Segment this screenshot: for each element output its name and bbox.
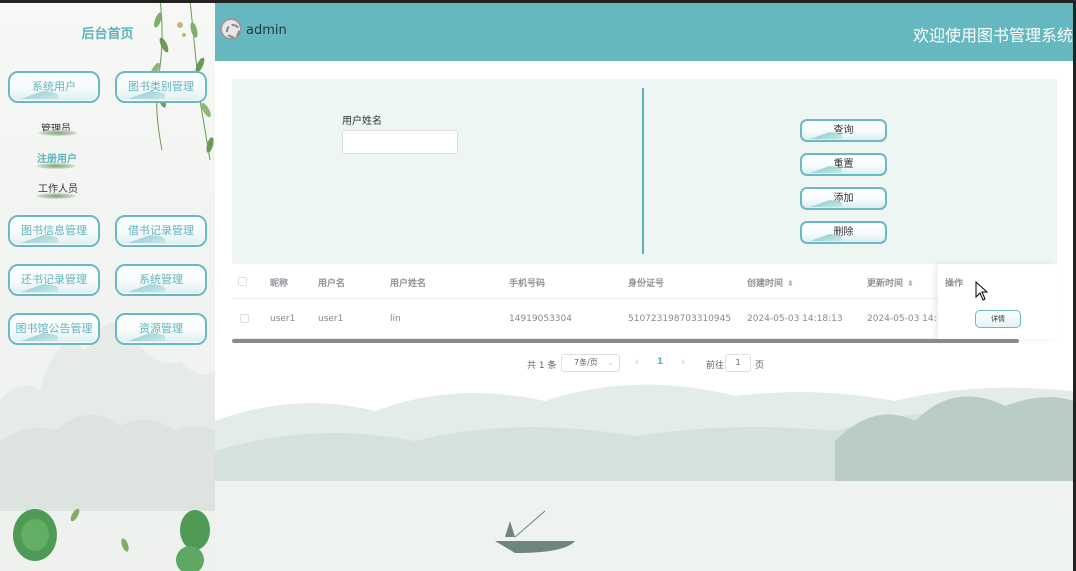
table-header: 昵称 用户名 用户姓名 手机号码 身份证号 创建时间 ⬍ 更新时间 ⬍	[232, 264, 1057, 299]
search-panel: 用户姓名 查询 重置 添加 删除	[232, 79, 1057, 265]
page-size-value: 7条/页	[574, 358, 598, 367]
col-real-name: 用户姓名	[390, 279, 427, 289]
fixed-action-column: 操作 详情	[938, 264, 1057, 339]
menu-book-info[interactable]: 图书信息管理	[8, 215, 100, 247]
cell-username: user1	[318, 314, 344, 324]
col-action: 操作	[945, 279, 964, 289]
menu-system-manage[interactable]: 系统管理	[115, 264, 207, 296]
select-all-checkbox[interactable]	[238, 277, 247, 286]
next-page-icon[interactable]: ›	[681, 357, 685, 368]
col-updated-label: 更新时间	[867, 279, 904, 289]
menu-return-records[interactable]: 还书记录管理	[8, 264, 100, 296]
sidebar-home-title[interactable]: 后台首页	[60, 23, 155, 42]
table-row: user1 user1 lin 14919053304 510723198703…	[232, 299, 1057, 339]
menu-system-users[interactable]: 系统用户	[8, 71, 100, 103]
users-table: 昵称 用户名 用户姓名 手机号码 身份证号 创建时间 ⬍ 更新时间 ⬍ user1 …	[232, 264, 1057, 344]
lotus-leaves-decoration	[13, 508, 210, 571]
current-page-number[interactable]: 1	[657, 357, 663, 367]
sort-icon[interactable]: ⬍	[787, 279, 794, 288]
reset-button[interactable]: 重置	[800, 153, 887, 176]
detail-button[interactable]: 详情	[975, 310, 1021, 328]
col-phone: 手机号码	[509, 279, 546, 289]
user-avatar[interactable]	[220, 18, 242, 40]
col-nickname: 昵称	[270, 279, 289, 289]
menu-resource-manage[interactable]: 资源管理	[115, 313, 207, 345]
sub-item-underline	[38, 130, 78, 136]
col-updated[interactable]: 更新时间 ⬍	[867, 276, 914, 289]
welcome-title: 欢迎使用图书管理系统	[912, 26, 1073, 45]
sub-item-underline	[36, 193, 76, 199]
col-created[interactable]: 创建时间 ⬍	[747, 276, 794, 289]
cell-id-card: 510723198703310945	[628, 314, 732, 324]
query-button[interactable]: 查询	[800, 119, 887, 142]
goto-page-input[interactable]: 1	[725, 354, 751, 372]
col-id-card: 身份证号	[628, 279, 665, 289]
sort-icon[interactable]: ⬍	[907, 279, 914, 288]
page-size-select[interactable]: 7条/页 ⌄	[561, 354, 620, 372]
menu-library-notice[interactable]: 图书馆公告管理	[8, 313, 100, 345]
cell-created: 2024-05-03 14:18:13	[747, 314, 843, 324]
top-header: admin 欢迎使用图书管理系统	[215, 3, 1073, 61]
username-label[interactable]: admin	[246, 23, 287, 38]
row-checkbox[interactable]	[240, 314, 249, 323]
sidebar: 后台首页 系统用户 图书类别管理 管理员 注册用户 工作人员 图书信息管理 借书…	[0, 0, 215, 571]
table-horizontal-scrollbar[interactable]	[232, 339, 1019, 343]
cell-real-name: lin	[390, 314, 401, 324]
cell-phone: 14919053304	[509, 314, 572, 324]
goto-label: 前往	[706, 361, 725, 371]
delete-button[interactable]: 删除	[800, 221, 887, 244]
menu-borrow-records[interactable]: 借书记录管理	[115, 215, 207, 247]
search-panel-divider	[642, 88, 644, 254]
menu-book-category[interactable]: 图书类别管理	[115, 71, 207, 103]
sub-item-underline	[36, 163, 76, 169]
chevron-down-icon: ⌄	[607, 358, 614, 367]
col-username: 用户名	[318, 279, 346, 289]
search-name-input[interactable]	[342, 130, 458, 154]
cell-nickname: user1	[270, 314, 296, 324]
col-created-label: 创建时间	[747, 279, 784, 289]
mouse-cursor-icon	[975, 281, 989, 301]
ink-landscape-background	[215, 361, 1073, 571]
pagination-total: 共 1 条	[527, 361, 557, 371]
add-button[interactable]: 添加	[800, 187, 887, 210]
main-content: 用户姓名 查询 重置 添加 删除 昵称 用户名 用户姓名 手机号码 身份证号 创…	[215, 61, 1073, 571]
pagination: 共 1 条 7条/页 ⌄ ‹ 1 › 前往 1 页	[215, 353, 1073, 373]
prev-page-icon[interactable]: ‹	[635, 357, 639, 368]
search-name-label: 用户姓名	[342, 116, 382, 127]
goto-page-suffix: 页	[755, 361, 765, 371]
